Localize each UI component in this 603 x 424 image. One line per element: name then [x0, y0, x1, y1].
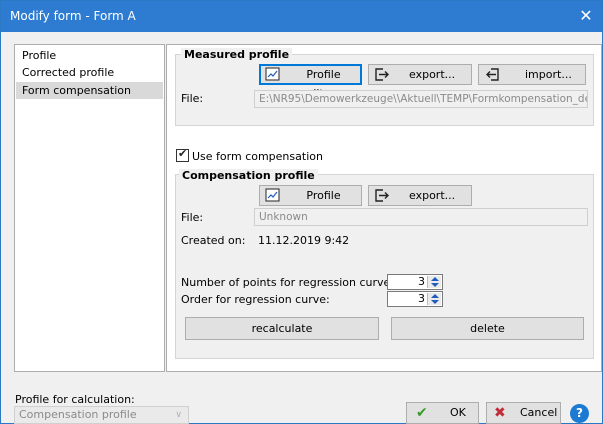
use-form-compensation-label[interactable]: Use form compensation [192, 150, 323, 163]
created-on-label: Created on: [181, 234, 246, 247]
measured-file-label: File: [181, 92, 204, 105]
select-value: Compensation profile [19, 408, 137, 421]
measured-profile-title: Measured profile [181, 48, 293, 61]
button-label: Cancel [520, 406, 558, 419]
measured-export-button[interactable]: export... [368, 64, 472, 85]
sidebar-item-profile[interactable]: Profile [16, 47, 163, 64]
compensation-file-label: File: [181, 211, 204, 224]
measured-file-field: E:\NR95\Demowerkzeuge\\Aktuell\TEMP\Form… [254, 90, 588, 108]
chart-icon [265, 67, 280, 81]
order-regression-label: Order for regression curve: [181, 293, 330, 306]
check-icon: ✔ [178, 147, 188, 160]
title-bar: Modify form - Form A ✕ [1, 1, 602, 32]
compensation-profile-title: Compensation profile [179, 169, 318, 182]
help-icon[interactable]: ? [570, 404, 589, 423]
spinner-arrows[interactable] [427, 293, 441, 305]
points-regression-label: Number of points for regression curve: [181, 276, 395, 289]
cancel-x-icon: ✖ [494, 405, 506, 421]
ok-button[interactable]: ✔ OK [406, 402, 479, 424]
chart-icon [265, 188, 280, 202]
arrow-down-icon[interactable] [431, 300, 439, 304]
navigation-list: Profile Corrected profile Form compensat… [14, 44, 165, 372]
sidebar-item-corrected-profile[interactable]: Corrected profile [16, 64, 163, 81]
sidebar-item-label: Profile [22, 49, 57, 62]
profile-for-calculation-label: Profile for calculation: [15, 393, 135, 406]
spinner-value: 3 [418, 292, 425, 305]
arrow-up-icon[interactable] [431, 294, 439, 298]
compensation-file-field: Unknown [254, 208, 588, 226]
delete-button[interactable]: delete [391, 317, 584, 340]
window-title: Modify form - Form A [10, 9, 136, 23]
points-regression-spinner[interactable]: 3 [387, 274, 443, 290]
measured-profile-editor-button[interactable]: Profile editor... [259, 64, 362, 100]
cancel-button[interactable]: ✖ Cancel [486, 402, 561, 424]
spinner-value: 3 [418, 275, 425, 288]
sidebar-item-label: Form compensation [22, 84, 131, 97]
import-icon [486, 68, 499, 81]
measured-import-button[interactable]: import... [478, 64, 586, 85]
recalculate-button[interactable]: recalculate [185, 317, 379, 340]
use-form-compensation-checkbox[interactable]: ✔ [176, 147, 189, 162]
close-icon[interactable]: ✕ [570, 1, 602, 32]
compensation-profile-editor-button[interactable]: Profile editor... [259, 185, 362, 221]
created-on-value: 11.12.2019 9:42 [258, 234, 350, 247]
button-label: export... [409, 189, 456, 202]
arrow-up-icon[interactable] [431, 277, 439, 281]
sidebar-item-form-compensation[interactable]: Form compensation [16, 82, 163, 99]
profile-for-calculation-select[interactable]: Compensation profile ∨ [14, 406, 189, 424]
button-label: OK [450, 406, 466, 419]
compensation-export-button[interactable]: export... [368, 185, 472, 206]
button-label: export... [409, 68, 456, 81]
sidebar-item-label: Corrected profile [22, 66, 115, 79]
main-panel: Measured profile Profile editor... expor… [166, 44, 602, 372]
export-icon [375, 68, 389, 81]
order-regression-spinner[interactable]: 3 [387, 291, 443, 307]
button-label: import... [525, 68, 572, 81]
spinner-arrows[interactable] [427, 276, 441, 288]
checkmark-icon: ✔ [416, 405, 428, 421]
export-icon [375, 189, 389, 202]
chevron-down-icon: ∨ [175, 410, 182, 420]
arrow-down-icon[interactable] [431, 283, 439, 287]
modify-form-dialog: Modify form - Form A ✕ Profile Corrected… [0, 0, 603, 424]
